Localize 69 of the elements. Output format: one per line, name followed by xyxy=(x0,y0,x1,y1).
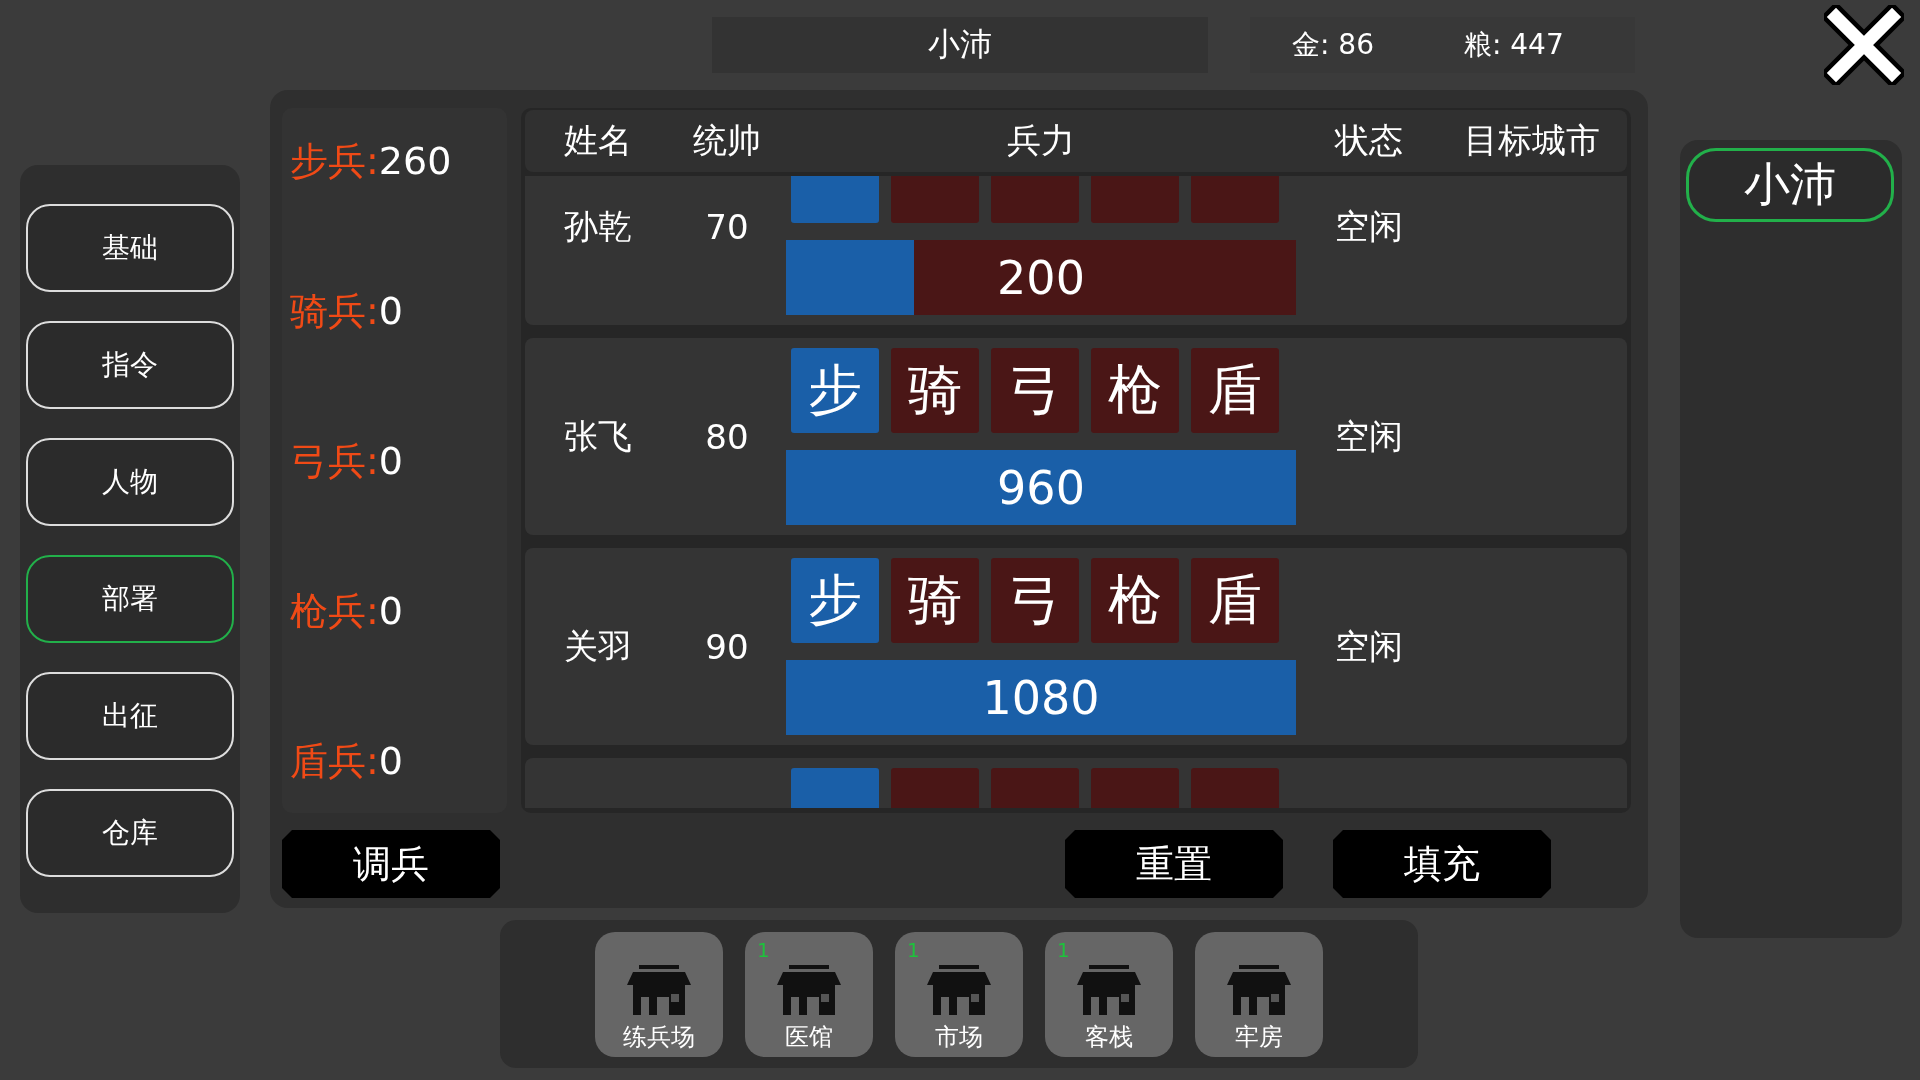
troop-count: 260 xyxy=(378,139,452,183)
table-cell-text: 关羽 xyxy=(564,624,632,668)
column-header: 统帅 xyxy=(692,119,762,162)
troop-type-button[interactable]: 盾 xyxy=(1191,348,1279,433)
city-button[interactable]: 小沛 xyxy=(1686,148,1894,222)
table-cell: 90 xyxy=(705,626,749,667)
table-cell: 70 xyxy=(705,206,749,247)
city-name: 小沛 xyxy=(928,24,992,65)
building-button[interactable]: 1 市场 xyxy=(895,932,1023,1057)
badge-count-label: 1 xyxy=(907,938,920,962)
building-label: 医馆 xyxy=(785,1022,833,1053)
troop-type-label: 步兵: xyxy=(290,137,379,185)
table-cell-text: 孙乾 xyxy=(564,204,632,248)
troop-count: 0 xyxy=(378,589,403,633)
building-label: 练兵场 xyxy=(623,1022,695,1053)
store-icon xyxy=(1077,965,1141,1015)
nav-button[interactable]: 仓库 xyxy=(26,789,234,877)
building-button[interactable]: 1 客栈 xyxy=(1045,932,1173,1057)
troop-bar[interactable]: 200 xyxy=(786,240,1296,315)
dispatch-button[interactable]: 调兵 xyxy=(282,830,500,898)
troop-type-button[interactable]: 步 xyxy=(791,558,879,643)
badge-count-label: 1 xyxy=(757,938,770,962)
troop-type-button[interactable]: 盾 xyxy=(1191,558,1279,643)
money-amount: 金: 86 xyxy=(1292,27,1374,63)
troop-type-label: 骑兵: xyxy=(290,287,379,335)
troop-bar[interactable]: 960 xyxy=(786,450,1296,525)
nav-button[interactable]: 部署 xyxy=(26,555,234,643)
troop-bar[interactable]: 1080 xyxy=(786,660,1296,735)
store-icon xyxy=(627,965,691,1015)
column-header: 状态 xyxy=(1333,119,1404,162)
troop-type-button[interactable]: 弓 xyxy=(991,348,1079,433)
troop-type-button[interactable]: 枪 xyxy=(1091,558,1179,643)
nav-button[interactable]: 人物 xyxy=(26,438,234,526)
troop-type-button[interactable]: 步 xyxy=(791,348,879,433)
troop-type-label: 枪兵: xyxy=(290,587,379,635)
building-label: 市场 xyxy=(935,1022,983,1053)
troop-count: 0 xyxy=(378,289,403,333)
troop-type-button[interactable]: 骑 xyxy=(891,348,979,433)
nav-button[interactable]: 基础 xyxy=(26,204,234,292)
close-icon[interactable] xyxy=(1824,5,1904,85)
store-icon xyxy=(1227,965,1291,1015)
column-header: 目标城市 xyxy=(1462,119,1601,162)
column-header: 姓名 xyxy=(563,119,633,162)
troop-type-button[interactable]: 骑 xyxy=(891,558,979,643)
action-button[interactable]: 填充 xyxy=(1333,830,1551,898)
troop-count: 0 xyxy=(378,739,403,783)
table-cell-text: 空闲 xyxy=(1335,414,1403,458)
table-cell: 80 xyxy=(705,416,749,457)
table-cell-text: 张飞 xyxy=(564,414,632,458)
table-cell-text: 空闲 xyxy=(1335,624,1403,668)
store-icon xyxy=(927,965,991,1015)
building-label: 牢房 xyxy=(1235,1022,1283,1053)
nav-button[interactable]: 出征 xyxy=(26,672,234,760)
action-button[interactable]: 重置 xyxy=(1065,830,1283,898)
nav-button[interactable]: 指令 xyxy=(26,321,234,409)
grain-amount: 粮: 447 xyxy=(1463,27,1564,63)
troop-type-label: 盾兵: xyxy=(290,737,379,785)
column-header: 兵力 xyxy=(1006,119,1076,162)
building-button[interactable]: 1 医馆 xyxy=(745,932,873,1057)
building-label: 客栈 xyxy=(1085,1022,1133,1053)
table-cell-text: 空闲 xyxy=(1335,204,1403,248)
troop-count: 0 xyxy=(378,439,403,483)
badge-count-label: 1 xyxy=(1057,938,1070,962)
troop-type-label: 弓兵: xyxy=(290,437,379,485)
troop-type-button[interactable]: 弓 xyxy=(991,558,1079,643)
store-icon xyxy=(777,965,841,1015)
building-button[interactable]: 练兵场 xyxy=(595,932,723,1057)
building-button[interactable]: 牢房 xyxy=(1195,932,1323,1057)
troop-type-button[interactable]: 枪 xyxy=(1091,348,1179,433)
